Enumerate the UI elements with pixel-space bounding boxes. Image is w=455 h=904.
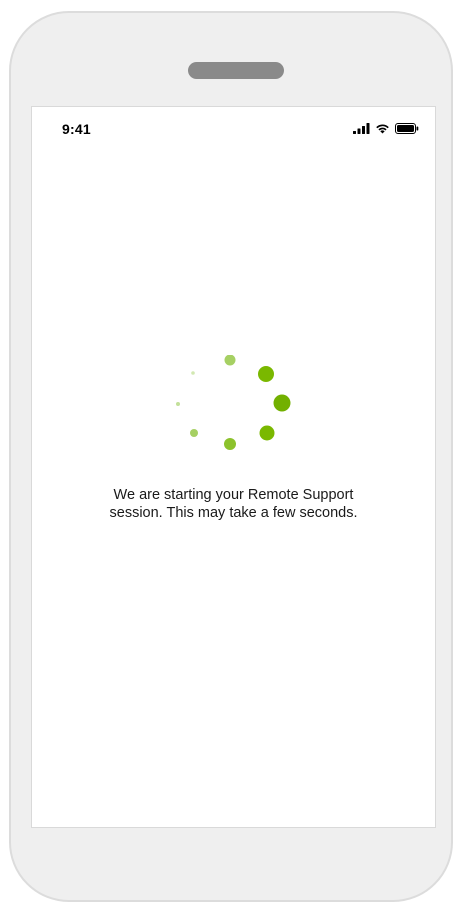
spinner-dot bbox=[259, 425, 275, 441]
spinner-dot bbox=[176, 402, 180, 406]
loading-message: We are starting your Remote Support sess… bbox=[32, 486, 435, 522]
spinner-dot bbox=[224, 438, 236, 450]
loading-message-line-2: session. This may take a few seconds. bbox=[109, 505, 358, 521]
status-bar-time: 9:41 bbox=[62, 121, 91, 137]
spinner-dot bbox=[273, 394, 291, 412]
loading-spinner-icon bbox=[172, 354, 292, 455]
cellular-signal-icon bbox=[353, 123, 370, 134]
spinner-dot bbox=[258, 366, 274, 382]
phone-speaker bbox=[188, 62, 284, 79]
loading-message-line-1: We are starting your Remote Support bbox=[113, 487, 354, 503]
spinner-dot bbox=[191, 371, 195, 375]
spinner-dot bbox=[190, 429, 198, 437]
wifi-icon bbox=[375, 123, 390, 134]
status-bar-icons bbox=[353, 123, 419, 134]
spinner-dot bbox=[224, 354, 236, 366]
app-screen: 9:41 We are starting your Remote Support… bbox=[31, 106, 436, 828]
battery-icon bbox=[395, 123, 419, 134]
